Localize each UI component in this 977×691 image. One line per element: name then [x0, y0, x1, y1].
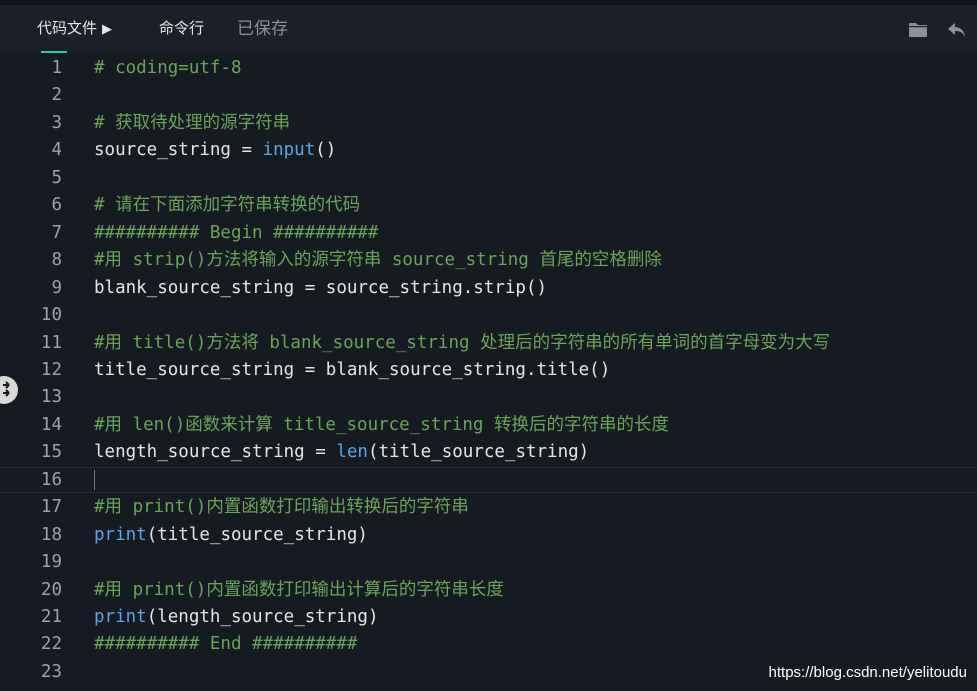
editor-toolbar: 代码文件 ▶ 命令行 已保存 [0, 5, 977, 54]
code-text: (title_source_string) [367, 442, 590, 463]
line-number: 5 [51, 167, 62, 188]
line-number: 17 [40, 497, 62, 518]
code-line[interactable]: 22 ########## End ########## [0, 631, 977, 657]
line-number: 20 [40, 579, 62, 600]
code-line[interactable]: 7 ########## Begin ########## [0, 220, 977, 246]
line-code: #用 len()函数来计算 title_source_string 转换后的字符… [94, 412, 669, 438]
code-builtin: input [262, 140, 316, 161]
code-text: source_string = [94, 140, 263, 161]
code-editor[interactable]: 1 # coding=utf-8 2 3 # 获取待处理的源字符串 4 source_str… [0, 53, 977, 691]
line-number: 8 [51, 250, 62, 271]
code-comment: #用 len()函数来计算 title_source_string 转换后的字符… [94, 414, 670, 435]
code-builtin: len [336, 442, 368, 463]
code-line[interactable]: 2 [0, 82, 977, 108]
line-code: #用 title()方法将 blank_source_string 处理后的字符… [94, 330, 830, 356]
line-code: # 获取待处理的源字符串 [94, 110, 290, 136]
line-code: #用 strip()方法将输入的源字符串 source_string 首尾的空格… [94, 247, 662, 273]
code-comment: #用 print()内置函数打印输出转换后的字符串 [94, 497, 469, 518]
code-text: (title_source_string) [146, 524, 368, 545]
code-line[interactable]: 17 #用 print()内置函数打印输出转换后的字符串 [0, 494, 977, 520]
tab-command-line-label: 命令行 [159, 20, 205, 37]
code-text: () [315, 140, 337, 161]
code-line[interactable]: 12 title_source_string = blank_source_str… [0, 357, 977, 383]
line-code: blank_source_string = source_string.stri… [94, 275, 547, 301]
line-number: 16 [40, 469, 62, 490]
line-code: print(length_source_string) [94, 604, 378, 630]
tab-code-file[interactable]: 代码文件 ▶ [37, 5, 112, 53]
code-comment: #用 title()方法将 blank_source_string 处理后的字符… [94, 332, 831, 353]
code-builtin: print [94, 607, 147, 627]
line-number: 3 [51, 112, 62, 133]
line-number: 4 [51, 140, 62, 161]
code-line[interactable]: 15 length_source_string = len(title_sourc… [0, 439, 977, 465]
line-number: 19 [40, 552, 62, 573]
line-code: ########## End ########## [94, 631, 357, 657]
line-code: # coding=utf-8 [94, 55, 242, 81]
code-line[interactable]: 1 # coding=utf-8 [0, 55, 977, 81]
code-line[interactable]: 11 #用 title()方法将 blank_source_string 处理后的… [0, 330, 977, 356]
line-code: #用 print()内置函数打印输出计算后的字符串长度 [94, 577, 504, 603]
tab-command-line[interactable]: 命令行 [159, 5, 204, 53]
line-number: 11 [40, 332, 62, 353]
code-comment: # 请在下面添加字符串转换的代码 [94, 195, 361, 216]
line-number: 23 [40, 661, 62, 682]
code-line[interactable]: 6 # 请在下面添加字符串转换的代码 [0, 192, 977, 218]
line-number: 1 [51, 58, 62, 78]
code-line[interactable]: 19 [0, 549, 977, 575]
code-comment: ########## Begin ########## [94, 222, 379, 243]
code-line[interactable]: 3 # 获取待处理的源字符串 [0, 110, 977, 136]
code-comment: #用 print()内置函数打印输出计算后的字符串长度 [94, 579, 504, 600]
line-code: source_string = input() [94, 137, 336, 163]
tab-code-file-label: 代码文件 [37, 20, 98, 37]
code-line[interactable]: 21 print(length_source_string) [0, 604, 977, 630]
line-code: # 请在下面添加字符串转换的代码 [94, 192, 360, 218]
code-line[interactable]: 20 #用 print()内置函数打印输出计算后的字符串长度 [0, 577, 977, 603]
code-line[interactable]: 18 print(title_source_string) [0, 522, 977, 548]
line-number: 6 [51, 195, 62, 216]
line-number: 7 [51, 222, 62, 243]
undo-icon[interactable] [946, 19, 968, 41]
code-text: blank_source_string = source_string.stri… [94, 277, 548, 298]
code-line[interactable]: 4 source_string = input() [0, 137, 977, 163]
code-text: title_source_string = blank_source_strin… [94, 359, 611, 380]
code-comment: # coding=utf-8 [94, 58, 242, 78]
line-number: 2 [51, 85, 62, 106]
watermark-url: https://blog.csdn.net/yelitoudu [768, 664, 967, 681]
code-comment: #用 strip()方法将输入的源字符串 source_string 首尾的空格… [94, 250, 662, 271]
line-number: 15 [40, 442, 62, 463]
code-line[interactable]: 14 #用 len()函数来计算 title_source_string 转换后的… [0, 412, 977, 438]
line-code: length_source_string = len(title_source_… [94, 439, 589, 465]
folder-icon[interactable] [907, 19, 929, 41]
code-line[interactable]: 5 [0, 165, 977, 191]
line-number: 9 [51, 277, 62, 298]
line-code: print(title_source_string) [94, 522, 368, 548]
line-number: 14 [40, 414, 62, 435]
code-line[interactable]: 10 [0, 302, 977, 328]
line-number: 10 [40, 305, 62, 326]
code-builtin: print [94, 524, 147, 545]
code-text: (length_source_string) [146, 607, 379, 627]
save-status: 已保存 [237, 19, 288, 38]
code-line[interactable]: 16 [0, 467, 977, 493]
code-comment: ########## End ########## [94, 634, 358, 655]
code-text: length_source_string = [94, 442, 337, 463]
code-line[interactable]: 8 #用 strip()方法将输入的源字符串 source_string 首尾的空… [0, 247, 977, 273]
line-code: ########## Begin ########## [94, 220, 378, 246]
play-triangle-icon: ▶ [102, 21, 113, 36]
line-number: 18 [40, 524, 62, 545]
line-number: 21 [40, 607, 62, 627]
line-code: title_source_string = blank_source_strin… [94, 357, 610, 383]
gutter-toggle-button[interactable] [0, 376, 18, 404]
code-line[interactable]: 9 blank_source_string = source_string.str… [0, 275, 977, 301]
code-comment: # 获取待处理的源字符串 [94, 112, 291, 133]
text-cursor [94, 469, 95, 490]
line-number: 22 [40, 634, 62, 655]
arrow-right-icon [3, 381, 10, 397]
line-code: #用 print()内置函数打印输出转换后的字符串 [94, 494, 469, 520]
code-line[interactable]: 13 [0, 384, 977, 410]
